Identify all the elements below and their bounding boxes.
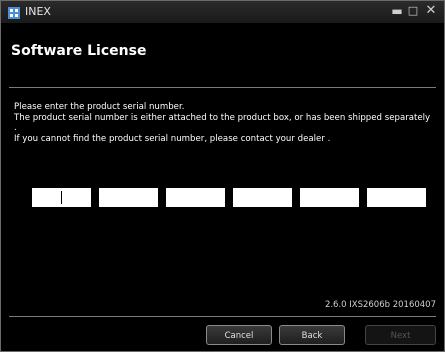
- serial-field-4[interactable]: [233, 188, 292, 207]
- serial-field-2[interactable]: [99, 188, 158, 207]
- next-button[interactable]: Next: [365, 325, 436, 345]
- instruction-line-1: Please enter the product serial number.: [14, 102, 185, 112]
- header-divider: [9, 87, 436, 88]
- app-icon: [7, 5, 21, 19]
- page-title: Software License: [11, 43, 147, 59]
- serial-field-3[interactable]: [166, 188, 225, 207]
- instructions: Please enter the product serial number. …: [14, 102, 434, 144]
- maximize-icon[interactable]: □: [406, 4, 420, 18]
- title-bar[interactable]: INEX ▬ □ ✕: [1, 1, 444, 23]
- version-label: 2.6.0 IXS2606b 20160407: [324, 300, 436, 310]
- cancel-button[interactable]: Cancel: [206, 325, 272, 345]
- close-icon[interactable]: ✕: [424, 4, 438, 18]
- window-title: INEX: [25, 5, 51, 18]
- instruction-line-2: The product serial number is either atta…: [14, 112, 431, 134]
- serial-field-6[interactable]: [367, 188, 426, 207]
- footer-divider: [9, 316, 436, 317]
- license-dialog: INEX ▬ □ ✕ Software License Please enter…: [0, 0, 445, 352]
- text-caret: [61, 191, 62, 204]
- serial-field-5[interactable]: [300, 188, 359, 207]
- back-button[interactable]: Back: [279, 325, 345, 345]
- minimize-icon[interactable]: ▬: [390, 4, 404, 18]
- instruction-line-3: If you cannot find the product serial nu…: [14, 133, 331, 144]
